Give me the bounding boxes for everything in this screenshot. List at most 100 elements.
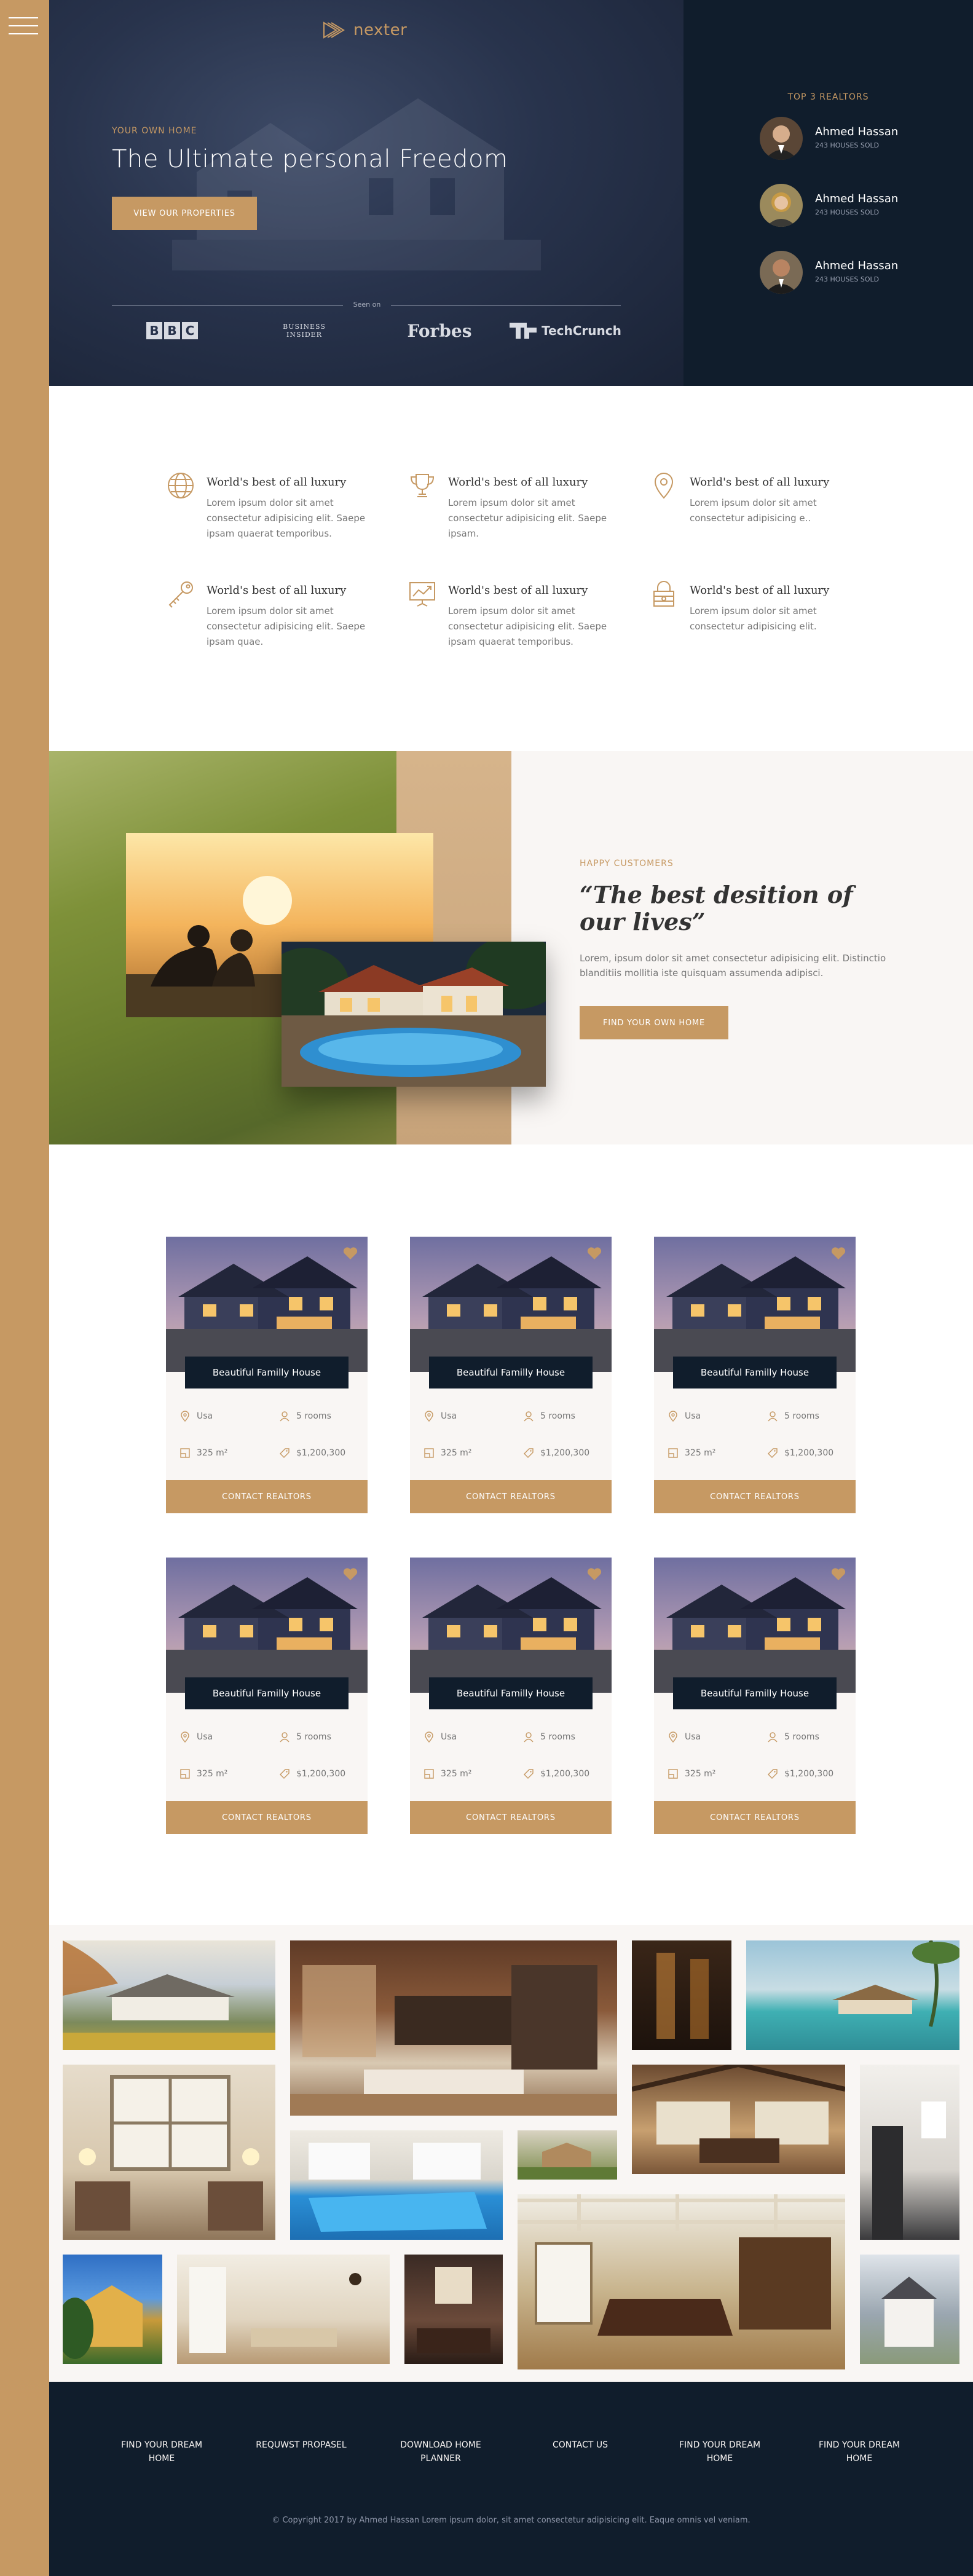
feature-text: Lorem ipsum dolor sit amet consectetur a… bbox=[207, 497, 366, 539]
gallery-image[interactable] bbox=[860, 2065, 959, 2240]
gallery-image[interactable] bbox=[632, 2065, 845, 2174]
home-rooms: 5 rooms bbox=[523, 1411, 575, 1422]
realtor-card[interactable]: Ahmed Hassan 243 houses sold bbox=[760, 251, 944, 296]
gallery-image[interactable] bbox=[177, 2255, 390, 2364]
footer-link[interactable]: Find your dream home bbox=[671, 2438, 769, 2465]
copyright-text: © Copyright 2017 by Ahmed Hassan Lorem i… bbox=[272, 2516, 750, 2525]
hero-subtitle: Your own home bbox=[112, 126, 197, 136]
home-area: 325 m² bbox=[423, 1448, 471, 1459]
home-photo bbox=[410, 1558, 612, 1693]
home-name: Beautiful Familly House bbox=[429, 1357, 593, 1388]
home-location-text: Usa bbox=[685, 1732, 701, 1742]
feature-title: World's best of all luxury bbox=[690, 476, 830, 489]
heart-icon[interactable] bbox=[831, 1567, 846, 1581]
heart-icon[interactable] bbox=[343, 1567, 358, 1581]
home-rooms-text: 5 rooms bbox=[540, 1732, 575, 1742]
home-photo bbox=[654, 1558, 856, 1693]
gallery-image[interactable] bbox=[290, 2130, 503, 2240]
logo-text: nexter bbox=[353, 21, 408, 39]
gallery-image[interactable] bbox=[63, 2065, 275, 2240]
footer-link[interactable]: Find your dream home bbox=[810, 2438, 908, 2465]
feature-title: World's best of all luxury bbox=[448, 476, 588, 489]
gallery-image[interactable] bbox=[860, 2255, 959, 2364]
feature-text: Lorem ipsum dolor sit amet consectetur a… bbox=[448, 605, 607, 647]
home-price: $1,200,300 bbox=[523, 1768, 589, 1779]
contact-realtors-button[interactable]: Contact realtors bbox=[654, 1480, 856, 1513]
map-pin-icon bbox=[179, 1411, 191, 1422]
home-photo bbox=[654, 1237, 856, 1372]
home-location: Usa bbox=[423, 1411, 457, 1422]
features-section: World's best of all luxury Lorem ipsum d… bbox=[49, 386, 973, 751]
home-area: 325 m² bbox=[179, 1768, 227, 1779]
footer-link[interactable]: Contact us bbox=[531, 2438, 629, 2452]
home-price-text: $1,200,300 bbox=[540, 1769, 590, 1779]
gallery-image[interactable] bbox=[63, 2255, 162, 2364]
contact-realtors-button[interactable]: Contact realtors bbox=[410, 1480, 612, 1513]
seen-on-label: Seen on bbox=[353, 301, 381, 309]
bbc-letter: B bbox=[164, 322, 180, 339]
home-rooms-text: 5 rooms bbox=[784, 1732, 819, 1742]
feature-title: World's best of all luxury bbox=[207, 476, 347, 489]
avatar bbox=[760, 184, 803, 227]
user-icon bbox=[767, 1731, 778, 1743]
view-properties-button[interactable]: View our properties bbox=[112, 197, 257, 230]
footer-link[interactable]: Requwst propasel bbox=[252, 2438, 350, 2452]
contact-realtors-button[interactable]: Contact realtors bbox=[654, 1801, 856, 1834]
feature-item: World's best of all luxury Lorem ipsum d… bbox=[166, 471, 369, 557]
gallery-image[interactable] bbox=[518, 2130, 617, 2180]
feature-item: World's best of all luxury Lorem ipsum d… bbox=[166, 579, 369, 665]
footer-link[interactable]: Find your dream home bbox=[112, 2438, 211, 2465]
home-location: Usa bbox=[179, 1731, 213, 1743]
hero-title: The Ultimate personal Freedom bbox=[112, 145, 508, 173]
menu-button[interactable] bbox=[9, 15, 38, 37]
home-price: $1,200,300 bbox=[523, 1448, 589, 1459]
gallery-image[interactable] bbox=[290, 1940, 617, 2116]
home-location-text: Usa bbox=[685, 1411, 701, 1421]
techcrunch-logo: TechCrunch bbox=[504, 320, 627, 342]
home-area-text: 325 m² bbox=[685, 1448, 716, 1458]
feature-item: World's best of all luxury Lorem ipsum d… bbox=[408, 579, 610, 665]
story-pictures bbox=[49, 751, 546, 1144]
home-area-text: 325 m² bbox=[441, 1448, 472, 1458]
lock-icon bbox=[653, 581, 674, 607]
contact-realtors-button[interactable]: Contact realtors bbox=[410, 1801, 612, 1834]
divider-line bbox=[391, 305, 621, 306]
area-icon bbox=[668, 1448, 679, 1459]
realtor-card[interactable]: Ahmed Hassan 243 houses sold bbox=[760, 184, 944, 229]
home-location: Usa bbox=[668, 1731, 701, 1743]
heart-icon[interactable] bbox=[587, 1247, 602, 1260]
gallery-image[interactable] bbox=[518, 2194, 845, 2369]
gallery-image[interactable] bbox=[632, 1940, 731, 2050]
find-home-button[interactable]: Find your own home bbox=[580, 1006, 728, 1039]
heart-icon[interactable] bbox=[343, 1247, 358, 1260]
feature-text: Lorem ipsum dolor sit amet consectetur a… bbox=[690, 497, 817, 524]
gallery-image[interactable] bbox=[63, 1940, 275, 2050]
menu-bar-icon bbox=[9, 17, 38, 18]
realtor-sold: 243 houses sold bbox=[815, 208, 880, 216]
logo[interactable]: nexter bbox=[323, 21, 407, 39]
home-card: Beautiful Familly House Usa 5 rooms 325 m² $… bbox=[166, 1558, 368, 1834]
realtor-name: Ahmed Hassan bbox=[815, 125, 899, 138]
contact-realtors-button[interactable]: Contact realtors bbox=[166, 1801, 368, 1834]
home-photo bbox=[166, 1558, 368, 1693]
gallery-image[interactable] bbox=[404, 2255, 503, 2364]
chart-icon bbox=[409, 582, 435, 607]
user-icon bbox=[523, 1731, 534, 1743]
story-text: Lorem, ipsum dolor sit amet consectetur … bbox=[580, 953, 886, 979]
footer-link[interactable]: Download home planner bbox=[392, 2438, 490, 2465]
home-name: Beautiful Familly House bbox=[673, 1357, 837, 1388]
gallery-image[interactable] bbox=[746, 1940, 959, 2050]
villa-pool-image bbox=[282, 942, 546, 1087]
home-rooms: 5 rooms bbox=[523, 1731, 575, 1743]
heart-icon[interactable] bbox=[587, 1567, 602, 1581]
feature-title: World's best of all luxury bbox=[448, 584, 588, 597]
home-card: Beautiful Familly House Usa 5 rooms 325 m² $… bbox=[410, 1558, 612, 1834]
home-price-text: $1,200,300 bbox=[784, 1448, 834, 1458]
contact-realtors-button[interactable]: Contact realtors bbox=[166, 1480, 368, 1513]
home-rooms: 5 rooms bbox=[767, 1731, 819, 1743]
heart-icon[interactable] bbox=[831, 1247, 846, 1260]
price-tag-icon bbox=[279, 1768, 290, 1779]
realtor-name: Ahmed Hassan bbox=[815, 192, 899, 205]
realtor-card[interactable]: Ahmed Hassan 243 houses sold bbox=[760, 117, 944, 162]
home-area: 325 m² bbox=[423, 1768, 471, 1779]
